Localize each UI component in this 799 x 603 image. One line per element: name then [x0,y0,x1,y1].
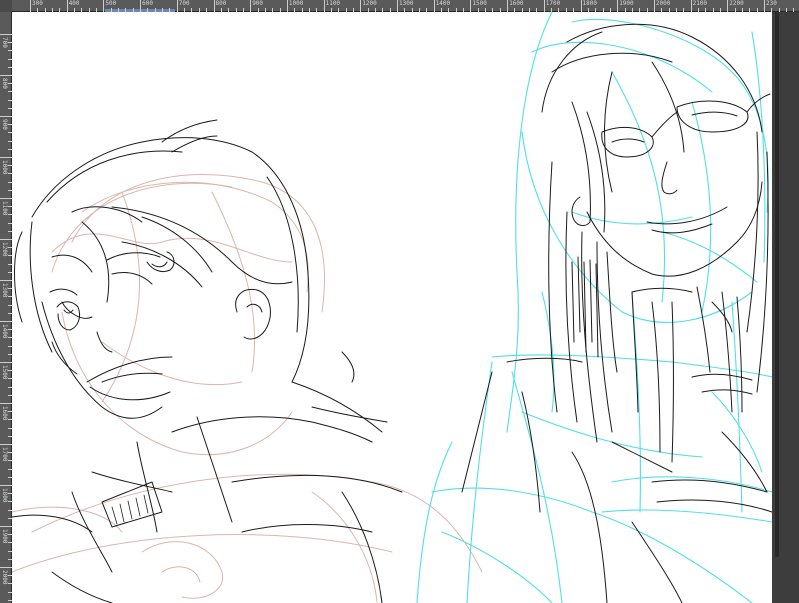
ruler-tick [727,0,729,12]
ruler-tick [470,0,472,12]
ruler-tick [617,0,619,12]
cyan-sketch-layer [416,12,772,603]
ruler-label: 1000 [288,0,304,7]
ruler-tick [0,280,12,281]
ruler-tick [0,239,12,240]
ruler-label: 1500 [472,0,487,7]
ruler-label: 1700 [545,0,561,7]
ruler-label: 1200 [362,0,377,7]
ruler-label: 2200 [729,0,744,7]
ruler-tick [0,34,12,35]
horizontal-ruler[interactable]: 300 400 500 600 700 800 900 1000 1100 1200 1300 140… [0,0,799,12]
ruler-label: 1600 [1,406,8,421]
ruler-tick [66,0,68,12]
ruler-label: 1600 [509,0,524,7]
ruler-tick [213,0,215,12]
sketch-artwork [12,12,772,603]
ruler-label: 1900 [619,0,634,7]
ruler-label: 1400 [1,324,8,339]
ruler-tick [286,0,288,12]
ruler-tick [0,157,12,158]
ruler-label: 2000 [655,0,671,7]
ruler-label: 1100 [325,0,341,7]
ruler-label: 800 [215,0,227,7]
ruler-label: 400 [68,0,80,7]
ruler-tick [360,0,362,12]
ruler-label: 1000 [1,160,8,175]
ruler-tick [0,444,12,445]
ruler-tick [323,0,325,12]
ruler-label: 1300 [1,283,8,298]
drawing-canvas[interactable] [12,12,772,603]
ruler-tick [0,116,12,117]
ink-line-layer [12,23,772,603]
ruler-tick [0,321,12,322]
ruler-label: 1800 [582,0,597,7]
ruler-label: 1900 [1,529,8,544]
ruler-label: 700 [178,0,190,7]
ruler-tick [30,0,31,12]
ruler-tick [0,75,12,76]
ruler-tick [764,0,765,12]
ruler-tick [0,362,12,363]
ruler-tick [507,0,509,12]
ruler-tick [433,0,435,12]
ruler-label: 500 [105,0,117,7]
ruler-label: 1800 [1,488,8,503]
ruler-label: 800 [1,78,8,89]
ruler-label: 300 [32,0,43,7]
ruler-label: 600 [142,0,153,7]
ruler-tick [0,198,12,199]
ruler-label: 2100 [692,0,708,7]
pink-sketch-layer [12,174,483,603]
ruler-tick [250,0,252,12]
ruler-label: 900 [1,119,8,130]
ruler-tick [0,403,12,404]
ruler-tick [690,0,692,12]
ruler-label: 1300 [399,0,414,7]
ruler-tick [653,0,655,12]
ruler-tick [0,526,12,527]
ruler-tick [543,0,545,12]
scrollbar-thumb[interactable] [775,12,779,557]
ruler-label: 2000 [1,570,8,585]
ruler-tick [397,0,398,12]
ruler-tick [580,0,582,12]
ruler-label: 1500 [1,365,8,380]
ruler-label: 1400 [435,0,451,7]
ruler-label: 230 [766,0,777,7]
ruler-corner [0,0,12,12]
ruler-tick [0,567,12,568]
vertical-scrollbar[interactable] [772,12,799,603]
ruler-label: 700 [1,37,8,48]
ruler-tick [0,485,12,486]
ruler-label: 1700 [1,447,8,462]
vertical-ruler[interactable]: 700 800 900 1000 1100 1200 1300 1400 1500 1600 170… [0,12,12,603]
ruler-label: 1200 [1,242,8,257]
ruler-label: 1100 [1,201,8,216]
ruler-tick [176,0,178,12]
ruler-label: 900 [252,0,264,7]
ruler-tick [140,0,142,12]
ruler-tick [103,0,105,12]
